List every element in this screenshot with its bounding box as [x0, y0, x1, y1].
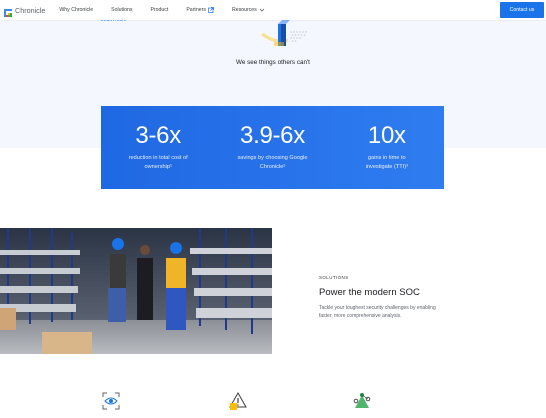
solutions-title: Power the modern SOC	[319, 287, 420, 298]
nav-label: Product	[150, 7, 169, 13]
stat-desc-line: gains in time to	[368, 155, 406, 161]
eye-scan-icon	[102, 392, 120, 410]
nav-why-chronicle[interactable]: Why Chronicle	[59, 7, 93, 13]
nav-label: Why Chronicle	[59, 7, 94, 13]
stat-description: reduction in total cost of ownership¹	[101, 154, 215, 172]
external-link-icon	[208, 7, 214, 13]
nav-label: Resources	[231, 7, 257, 13]
stat-savings: 3.9-6x savings by choosing Google Chroni…	[215, 106, 329, 189]
stat-desc-line: reduction in total cost of	[128, 155, 188, 161]
stat-value: 3.9-6x	[240, 122, 305, 149]
nav-resources[interactable]: Resources	[232, 7, 265, 13]
nav-partners[interactable]: Partners	[186, 7, 214, 13]
nav-label: Solutions	[111, 7, 133, 13]
solutions-description: Tackle your toughest security challenges…	[319, 305, 436, 319]
site-header: Chronicle Why Chronicle Solutions Produc…	[0, 0, 546, 20]
stat-desc-line: investigate (TTI)³	[365, 164, 408, 170]
nav-solutions[interactable]: Solutions	[111, 7, 132, 13]
main-nav: Why Chronicle Solutions Product Partners…	[59, 7, 282, 13]
warning-triangle-icon	[229, 391, 247, 410]
chronicle-logo[interactable]: Chronicle	[3, 5, 46, 17]
chronicle-logo-icon	[3, 5, 13, 17]
stat-desc-line: Chronicle²	[259, 164, 286, 170]
stat-description: gains in time to investigate (TTI)³	[330, 154, 444, 172]
warehouse-workers-photo	[0, 228, 272, 354]
contact-us-button[interactable]: Contact us	[500, 2, 544, 18]
stat-desc-line: savings by choosing Google	[237, 155, 308, 161]
stat-description: savings by choosing Google Chronicle²	[215, 154, 329, 172]
nav-label: Partners	[186, 7, 206, 13]
nav-product[interactable]: Product	[150, 7, 168, 13]
stat-cost-reduction: 3-6x reduction in total cost of ownershi…	[101, 106, 215, 189]
stat-value: 3-6x	[135, 122, 181, 149]
network-nodes-icon	[353, 393, 371, 408]
logo-text: Chronicle	[15, 5, 46, 15]
hero-tagline: We see things others can't	[236, 59, 310, 66]
stat-investigate-time: 10x gains in time to investigate (TTI)³	[330, 106, 444, 189]
solutions-kicker: SOLUTIONS	[319, 275, 349, 280]
chevron-down-icon	[259, 8, 265, 12]
stat-desc-line: ownership¹	[144, 164, 172, 170]
stats-band: 3-6x reduction in total cost of ownershi…	[101, 106, 444, 189]
stat-value: 10x	[367, 122, 406, 149]
